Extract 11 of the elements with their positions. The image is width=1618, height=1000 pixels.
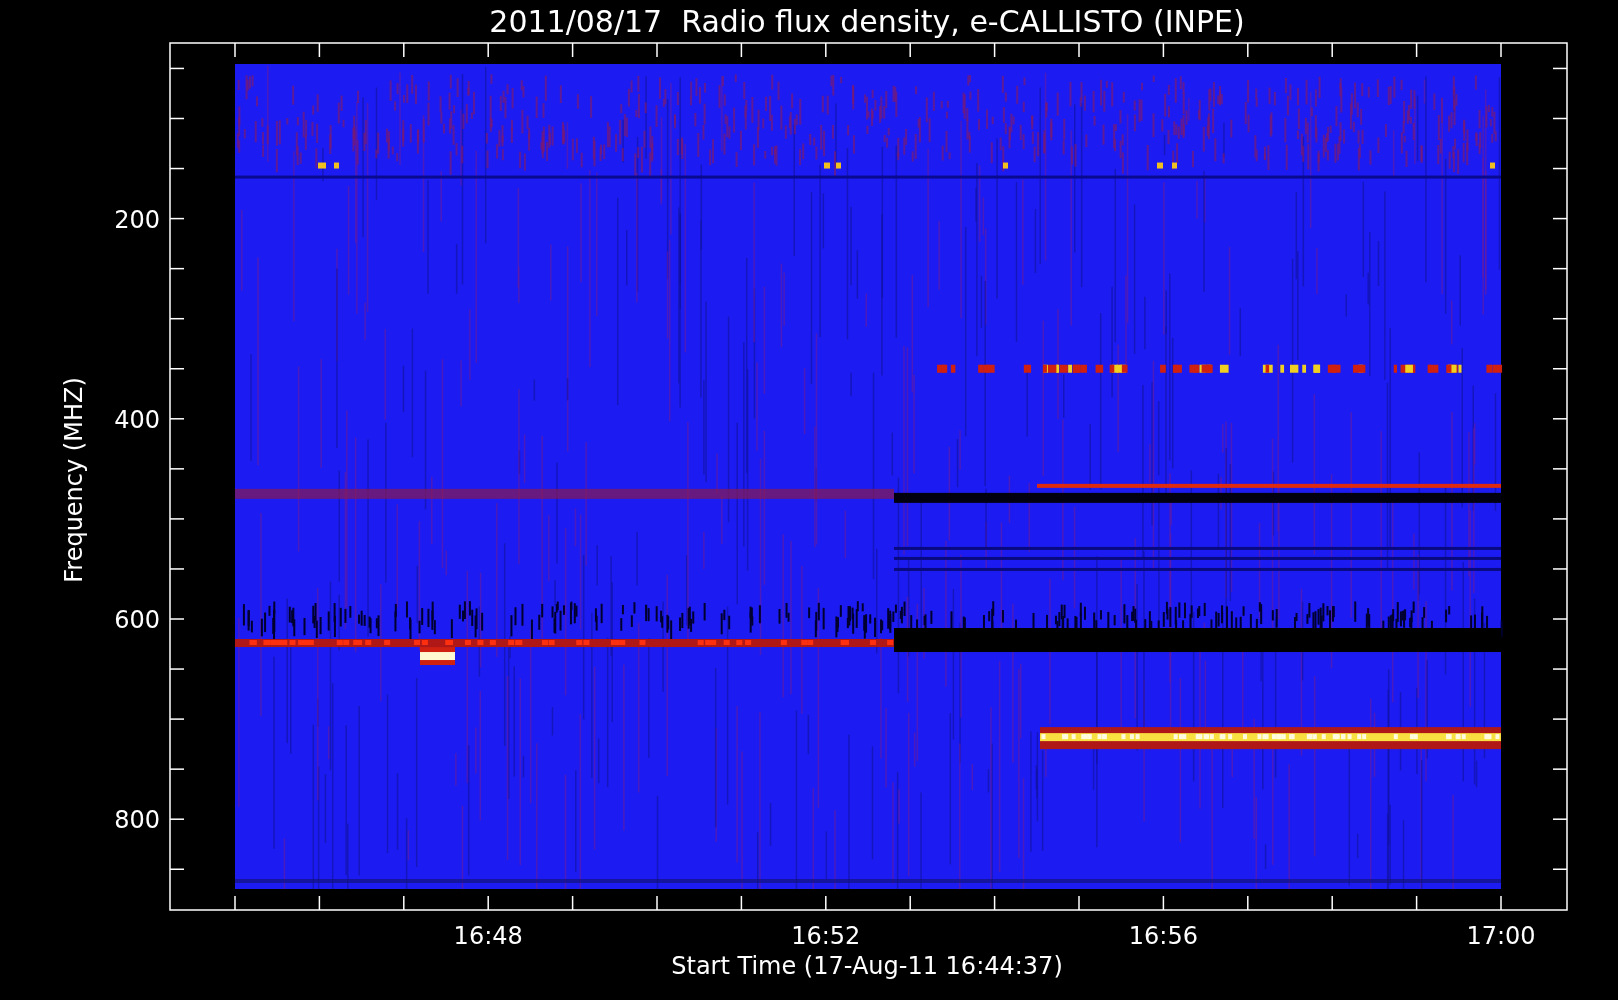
axis-tick-label: 16:48 <box>453 922 523 950</box>
axis-tick-label: 800 <box>114 806 160 835</box>
axis-tick-label: 17:00 <box>1466 922 1536 950</box>
axis-label: Frequency (MHZ) <box>60 377 88 583</box>
axis-tick-label: 16:56 <box>1128 922 1198 950</box>
axis-tick-label: 400 <box>114 405 160 434</box>
axis-tick-label: 600 <box>114 606 160 634</box>
axis-label: Start Time (17-Aug-11 16:44:37) <box>671 952 1063 980</box>
chart-title: 2011/08/17 Radio flux density, e-CALLISTO (INPE) <box>489 4 1245 39</box>
axis-tick-label: 200 <box>114 205 160 234</box>
axis-tick-label: 16:52 <box>791 922 861 950</box>
